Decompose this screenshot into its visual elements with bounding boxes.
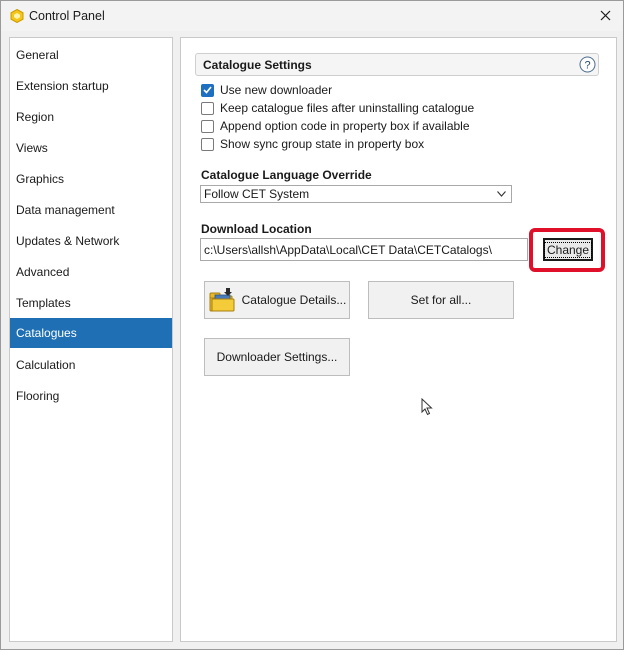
svg-text:?: ? bbox=[584, 60, 590, 72]
sidebar-item-updates-network[interactable]: Updates & Network bbox=[10, 226, 172, 256]
download-path-value: c:\Users\allsh\AppData\Local\CET Data\CE… bbox=[204, 243, 492, 257]
checkbox-keep-catalogue-files[interactable]: Keep catalogue files after uninstalling … bbox=[201, 100, 474, 116]
checkbox-use-new-downloader[interactable]: Use new downloader bbox=[201, 82, 332, 98]
section-header: Catalogue Settings ? bbox=[195, 53, 599, 76]
sidebar-item-graphics[interactable]: Graphics bbox=[10, 164, 172, 194]
checkbox-box[interactable] bbox=[201, 101, 214, 115]
sidebar-item-data-management[interactable]: Data management bbox=[10, 195, 172, 225]
checkbox-checked-icon[interactable] bbox=[201, 83, 214, 97]
sidebar-item-flooring[interactable]: Flooring bbox=[10, 381, 172, 411]
close-button[interactable] bbox=[593, 3, 617, 27]
sidebar: General Extension startup Region Views G… bbox=[9, 37, 173, 642]
sidebar-item-general[interactable]: General bbox=[10, 40, 172, 70]
catalogue-details-button[interactable]: Catalogue Details... bbox=[204, 281, 350, 319]
set-for-all-label: Set for all... bbox=[410, 293, 472, 307]
settings-panel: Catalogue Settings ? Use new downloader … bbox=[180, 37, 617, 642]
mouse-cursor-icon bbox=[421, 398, 433, 416]
checkbox-label: Keep catalogue files after uninstalling … bbox=[220, 101, 475, 115]
language-selected-value: Follow CET System bbox=[204, 187, 310, 201]
sidebar-item-templates[interactable]: Templates bbox=[10, 288, 172, 318]
downloader-settings-button[interactable]: Downloader Settings... bbox=[204, 338, 350, 376]
help-icon[interactable]: ? bbox=[579, 56, 596, 73]
sidebar-item-extension-startup[interactable]: Extension startup bbox=[10, 71, 172, 101]
language-override-select[interactable]: Follow CET System bbox=[200, 185, 512, 203]
checkbox-label: Use new downloader bbox=[220, 83, 333, 97]
sidebar-item-calculation[interactable]: Calculation bbox=[10, 350, 172, 380]
title-bar: Control Panel bbox=[1, 1, 623, 31]
change-button[interactable]: Change bbox=[543, 238, 593, 261]
checkbox-append-option-code[interactable]: Append option code in property box if av… bbox=[201, 118, 470, 134]
window-title: Control Panel bbox=[29, 9, 105, 23]
download-location-label: Download Location bbox=[201, 222, 312, 236]
sidebar-item-advanced[interactable]: Advanced bbox=[10, 257, 172, 287]
change-button-label: Change bbox=[543, 241, 593, 258]
downloader-settings-label: Downloader Settings... bbox=[216, 350, 338, 364]
chevron-down-icon bbox=[497, 191, 506, 197]
language-override-label: Catalogue Language Override bbox=[201, 168, 372, 182]
set-for-all-button[interactable]: Set for all... bbox=[368, 281, 514, 319]
checkbox-label: Show sync group state in property box bbox=[220, 137, 425, 151]
catalogue-folder-icon bbox=[209, 288, 235, 312]
checkbox-box[interactable] bbox=[201, 137, 214, 151]
checkbox-box[interactable] bbox=[201, 119, 214, 133]
download-path-field[interactable]: c:\Users\allsh\AppData\Local\CET Data\CE… bbox=[200, 238, 528, 261]
close-icon bbox=[600, 10, 610, 20]
sidebar-item-region[interactable]: Region bbox=[10, 102, 172, 132]
sidebar-item-catalogues[interactable]: Catalogues bbox=[10, 318, 172, 348]
sidebar-item-views[interactable]: Views bbox=[10, 133, 172, 163]
section-title: Catalogue Settings bbox=[203, 58, 312, 72]
checkbox-show-sync-group[interactable]: Show sync group state in property box bbox=[201, 136, 424, 152]
catalogue-details-label: Catalogue Details... bbox=[241, 293, 347, 307]
checkbox-label: Append option code in property box if av… bbox=[220, 119, 470, 133]
app-icon bbox=[10, 9, 24, 23]
control-panel-window: Control Panel General Extension startup … bbox=[0, 0, 624, 650]
